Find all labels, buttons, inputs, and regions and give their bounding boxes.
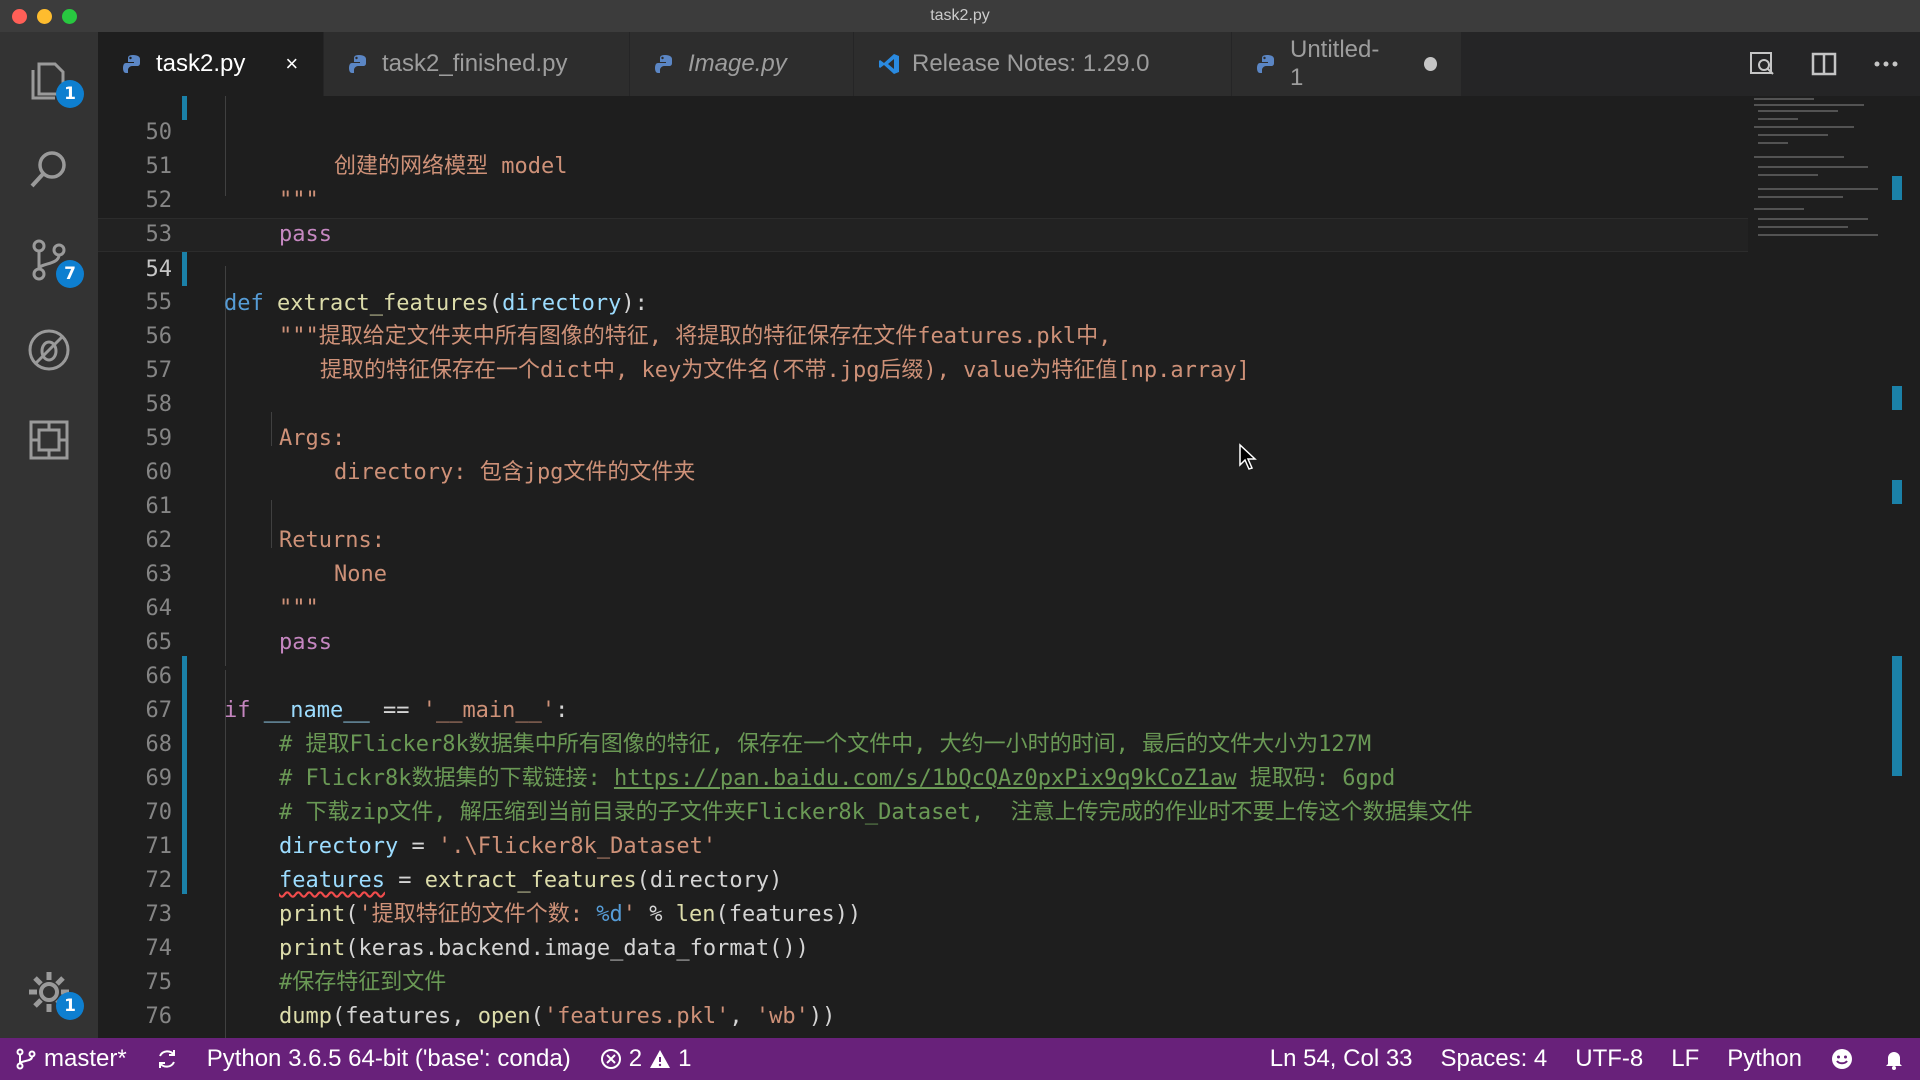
search-icon (30, 151, 66, 188)
warning-count: 1 (678, 1045, 692, 1072)
debug-button[interactable] (0, 310, 98, 390)
tab-task2[interactable]: task2.py × (98, 32, 324, 96)
unsaved-dot-icon (1423, 57, 1437, 71)
tab-label: Untitled-1 (1290, 36, 1380, 91)
code-line: 70 directory = '.\Flicker8k_Dataset' (145, 800, 717, 859)
tab-close-button[interactable]: × (285, 51, 298, 77)
code-line: 51 """ (145, 154, 319, 213)
code-line: 67 # 提取Flicker8k数据集中所有图像的特征, 保存在一个文件中, 大… (145, 698, 1372, 757)
language-mode[interactable]: Python (1713, 1045, 1816, 1073)
sync-icon (158, 1050, 175, 1068)
mouse-pointer-icon (1239, 443, 1257, 470)
code-line: 50 创建的网络模型 model (145, 120, 568, 179)
python-icon (654, 53, 676, 75)
code-line: 61 Returns: (145, 494, 385, 553)
bell-icon (1886, 1052, 1902, 1070)
minimize-window-button[interactable] (37, 9, 52, 24)
code-line: 52 pass (145, 188, 332, 247)
git-branch-icon (16, 1048, 36, 1070)
smiley-icon (1832, 1049, 1852, 1069)
branch-indicator[interactable]: master* (0, 1045, 141, 1073)
end-of-line[interactable]: LF (1657, 1045, 1713, 1073)
python-icon (348, 53, 370, 75)
code-line-current: 54 def extract_features(directory): (98, 218, 1748, 316)
error-icon (600, 1049, 621, 1069)
error-count: 2 (628, 1045, 643, 1072)
problems-indicator[interactable]: 2 1 (585, 1045, 706, 1073)
tab-label: Release Notes: 1.29.0 (912, 50, 1150, 77)
explorer-badge: 1 (56, 80, 84, 108)
tab-untitled[interactable]: Untitled-1 (1232, 32, 1462, 96)
scm-badge: 7 (56, 260, 84, 288)
encoding[interactable]: UTF-8 (1561, 1045, 1657, 1073)
source-control-button[interactable]: 7 (0, 220, 98, 300)
code-line: 71 features = extract_features(directory… (145, 834, 783, 893)
split-editor-button[interactable] (1810, 50, 1838, 78)
code-line: 74 #保存特征到文件 (145, 936, 447, 995)
code-line: 57 (145, 358, 173, 383)
tab-label: task2.py (156, 50, 246, 77)
editor-actions (1748, 32, 1920, 96)
sync-button[interactable] (141, 1047, 193, 1071)
code-line: 53 (145, 222, 173, 247)
code-line: 69 # 下载zip文件, 解压缩到当前目录的子文件夹Flicker8k_Dat… (145, 766, 1473, 825)
manage-button[interactable]: 1 (0, 952, 98, 1032)
close-window-button[interactable] (12, 9, 27, 24)
code-editor[interactable]: 50 创建的网络模型 model 51 """ 52 pass 53 54 de… (98, 96, 1920, 1038)
code-line: 60 (145, 460, 173, 485)
extensions-button[interactable] (0, 400, 98, 480)
more-actions-button[interactable] (1872, 50, 1900, 78)
tab-label: Image.py (688, 50, 787, 77)
tab-release-notes[interactable]: Release Notes: 1.29.0 (854, 32, 1232, 96)
code-line: 64 pass (145, 596, 332, 655)
warning-icon (650, 1050, 671, 1068)
code-line: 59 directory: 包含jpg文件的文件夹 (145, 426, 696, 485)
editor-tab-bar: task2.py × task2_finished.py Image.py Re… (98, 32, 1920, 96)
debug-icon (28, 329, 70, 371)
window-title: task2.py (930, 7, 990, 24)
code-line: 76 (145, 1004, 173, 1029)
title-bar: task2.py (0, 0, 1920, 32)
maximize-window-button[interactable] (62, 9, 77, 24)
code-line: 56 提取的特征保存在一个dict中, key为文件名(不带.jpg后缀), v… (145, 324, 1250, 383)
minimap[interactable] (1744, 96, 1878, 1038)
code-line: 66 if __name__ == '__main__': (145, 664, 569, 723)
code-line: 77 (98, 1000, 1748, 1034)
open-changes-button[interactable] (1748, 50, 1776, 78)
tab-task2-finished[interactable]: task2_finished.py (324, 32, 630, 96)
split-editor-icon (1811, 52, 1837, 76)
scrollbar[interactable] (1892, 96, 1902, 1038)
code-line: 55 """提取给定文件夹中所有图像的特征, 将提取的特征保存在文件featur… (145, 290, 1112, 349)
more-icon (1874, 61, 1898, 67)
code-line: 75 dump(features, open('features.pkl', '… (145, 970, 836, 1029)
tab-image[interactable]: Image.py (630, 32, 854, 96)
status-bar: master* Python 3.6.5 64-bit ('base': con… (0, 1038, 1920, 1080)
open-changes-icon (1750, 52, 1774, 75)
search-button[interactable] (0, 130, 98, 210)
code-line: 62 None (145, 528, 387, 587)
code-line: 72 print('提取特征的文件个数: %d' % len(features)… (145, 868, 862, 927)
explorer-button[interactable]: 1 (0, 40, 98, 120)
python-icon (1256, 53, 1278, 75)
code-line: 68 # Flickr8k数据集的下载链接: https://pan.baidu… (145, 732, 1396, 791)
extensions-icon (29, 420, 69, 460)
feedback-button[interactable] (1816, 1047, 1868, 1071)
vscode-icon (878, 53, 900, 75)
code-line: 58 Args: (145, 392, 346, 451)
settings-badge: 1 (56, 992, 84, 1020)
code-line: 63 """ (145, 562, 319, 621)
cursor-position[interactable]: Ln 54, Col 33 (1256, 1045, 1427, 1073)
code-line: 65 (145, 630, 173, 655)
notifications-button[interactable] (1868, 1047, 1920, 1071)
python-icon (122, 53, 144, 75)
window-controls (12, 9, 77, 24)
code-line: 73 print(keras.backend.image_data_format… (145, 902, 809, 961)
indentation[interactable]: Spaces: 4 (1427, 1045, 1562, 1073)
activity-bar: 1 7 1 (0, 32, 98, 1038)
python-interpreter[interactable]: Python 3.6.5 64-bit ('base': conda) (193, 1045, 585, 1073)
tab-label: task2_finished.py (382, 50, 568, 77)
